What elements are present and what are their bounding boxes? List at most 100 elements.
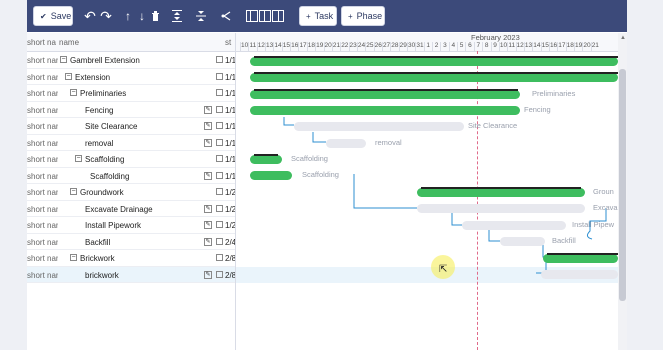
task-row[interactable]: short nam Site Clearance ✎ 1/1	[27, 118, 235, 135]
task-row[interactable]: short nam − Brickwork 2/8	[27, 250, 235, 267]
task-bar[interactable]	[250, 106, 520, 115]
task-name: Fencing	[85, 105, 114, 115]
bar-label: Excava	[593, 203, 618, 212]
edit-icon[interactable]: ✎	[204, 138, 212, 147]
checkbox[interactable]	[216, 138, 223, 146]
move-up-icon[interactable]: ↑	[123, 7, 133, 25]
progress-line	[254, 56, 618, 58]
task-bar[interactable]	[250, 171, 292, 180]
collapse-toggle-icon[interactable]: −	[75, 155, 82, 162]
checkbox[interactable]	[216, 221, 223, 228]
edit-icon[interactable]: ✎	[204, 270, 212, 279]
checkbox[interactable]	[216, 254, 223, 261]
phase-label: Phase	[356, 11, 383, 21]
checkbox[interactable]	[216, 89, 223, 96]
start-date-cell: 1/1	[225, 171, 235, 181]
task-row[interactable]: short nam − Groundwork 1/2	[27, 184, 235, 201]
checkbox[interactable]	[216, 56, 223, 63]
phase-bar[interactable]	[250, 155, 282, 164]
col-name-header[interactable]: name	[59, 38, 79, 47]
pointer-cursor-icon: ⇱	[439, 264, 448, 275]
start-date-cell: 1/1	[225, 122, 235, 131]
short-name-cell: short nam	[27, 204, 58, 214]
columns-icon[interactable]	[245, 7, 285, 25]
edit-icon[interactable]: ✎	[204, 122, 212, 130]
col-start-header[interactable]: st	[225, 38, 231, 47]
collapse-toggle-icon[interactable]: −	[70, 89, 77, 96]
task-row[interactable]: short nam Fencing ✎ 1/1	[27, 102, 235, 118]
phase-bar[interactable]	[417, 188, 585, 197]
phase-bar[interactable]	[543, 254, 618, 263]
collapse-toggle-icon[interactable]: −	[70, 254, 77, 261]
checkbox[interactable]	[216, 237, 223, 245]
phase-bar[interactable]	[250, 90, 520, 99]
short-name-cell: short nam	[27, 171, 58, 181]
task-row[interactable]: short nam − Gambrell Extension 1/1	[27, 52, 235, 69]
task-bar[interactable]	[294, 122, 464, 131]
move-down-icon[interactable]: ↓	[137, 7, 147, 25]
edit-icon[interactable]: ✎	[204, 171, 212, 180]
checkbox[interactable]	[216, 122, 223, 129]
link-icon[interactable]	[220, 7, 232, 25]
task-row[interactable]: short nam Install Pipework ✎ 1/2	[27, 217, 235, 234]
start-date-cell: 1/2	[225, 188, 235, 197]
checkbox[interactable]	[216, 105, 223, 113]
bar-label: Preliminaries	[532, 89, 576, 98]
edit-icon[interactable]: ✎	[204, 105, 212, 114]
trash-icon[interactable]	[150, 7, 160, 25]
edit-icon[interactable]: ✎	[204, 221, 212, 229]
scrollbar-thumb[interactable]	[619, 69, 626, 301]
task-row[interactable]: short nam Backfill ✎ 2/4	[27, 234, 235, 250]
task-row[interactable]: short nam − Extension 1/1	[27, 69, 235, 85]
checkbox[interactable]	[216, 188, 223, 195]
redo-icon[interactable]: ↷	[99, 7, 113, 25]
save-button[interactable]: ✔ Save	[33, 6, 73, 26]
task-bar[interactable]	[326, 139, 366, 148]
scroll-up-icon[interactable]: ▲	[620, 35, 626, 41]
checkbox[interactable]	[216, 171, 223, 179]
task-row[interactable]: short nam Scaffolding ✎ 1/1	[27, 168, 235, 184]
bar-label: Install Pipew	[572, 220, 615, 229]
plus-icon: +	[306, 11, 311, 21]
progress-line	[254, 89, 518, 91]
task-row-selected[interactable]: short nam brickwork ✎ 2/8	[27, 266, 235, 283]
collapse-toggle-icon[interactable]: −	[60, 56, 67, 63]
start-date-cell: 1/1	[225, 138, 235, 148]
checkbox[interactable]	[216, 72, 223, 80]
checkbox[interactable]	[216, 204, 223, 212]
collapse-toggle-icon[interactable]: −	[65, 72, 72, 80]
task-row[interactable]: short nam removal ✎ 1/1	[27, 135, 235, 151]
task-row[interactable]: short nam Excavate Drainage ✎ 1/2	[27, 201, 235, 217]
short-name-cell: short nam	[27, 72, 58, 82]
collapse-icon[interactable]	[195, 7, 207, 25]
bar-label: removal	[375, 138, 402, 147]
task-name: Gambrell Extension	[70, 56, 140, 65]
phase-bar[interactable]	[250, 57, 618, 66]
edit-icon[interactable]: ✎	[204, 237, 212, 246]
undo-icon[interactable]: ↶	[83, 7, 97, 25]
checkbox[interactable]	[216, 155, 223, 162]
task-row[interactable]: short nam − Scaffolding 1/1	[27, 151, 235, 168]
progress-line	[254, 72, 618, 74]
progress-line	[547, 253, 618, 255]
bar-label: Groun	[593, 187, 614, 196]
task-bar[interactable]	[462, 221, 566, 230]
add-phase-button[interactable]: + Phase	[341, 6, 385, 26]
task-bar[interactable]	[541, 270, 618, 279]
expand-icon[interactable]	[171, 7, 183, 25]
edit-icon[interactable]: ✎	[204, 204, 212, 213]
short-name-cell: short nam	[27, 188, 58, 197]
task-bar[interactable]	[417, 204, 585, 213]
task-name: Site Clearance	[85, 122, 138, 131]
add-task-button[interactable]: + Task	[299, 6, 337, 26]
toolbar: ✔ Save ↶ ↷ ↑ ↓ + Task + Phase	[27, 0, 627, 32]
collapse-toggle-icon[interactable]: −	[70, 188, 77, 195]
short-name-cell: short nam	[27, 89, 58, 98]
task-bar[interactable]	[500, 237, 545, 246]
phase-bar[interactable]	[250, 73, 618, 82]
checkbox[interactable]	[216, 270, 223, 278]
col-short-name-header[interactable]: short na	[27, 38, 56, 47]
task-label: Task	[314, 11, 334, 21]
task-row[interactable]: short nam − Preliminaries 1/1	[27, 85, 235, 102]
vertical-scrollbar[interactable]: ▲	[618, 33, 627, 350]
